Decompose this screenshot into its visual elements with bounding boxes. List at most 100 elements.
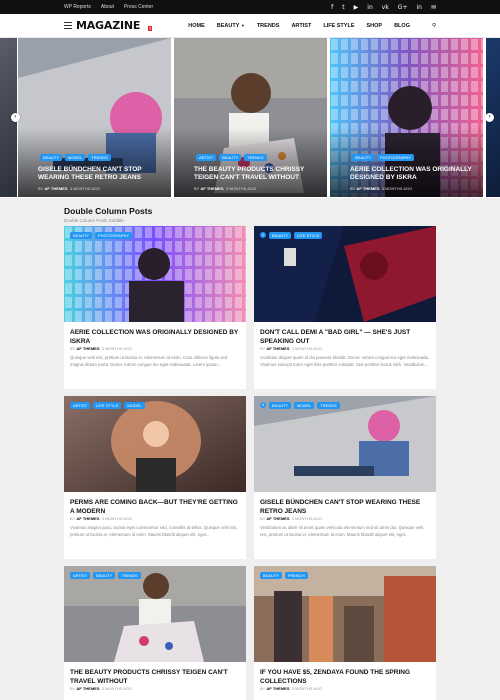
category-pill[interactable]: BEAUTY — [93, 572, 116, 579]
nav-item-trends[interactable]: TRENDS — [257, 23, 280, 29]
email-icon[interactable]: ✉ — [431, 4, 436, 11]
category-pill[interactable]: LIFE STYLE — [93, 402, 122, 409]
category-pill[interactable]: TRENDS — [244, 154, 267, 161]
nav-item-beauty[interactable]: BEAUTY ▼ — [217, 23, 245, 29]
by-label: BY — [70, 686, 76, 691]
category-pill[interactable]: PHOTOGRAPHY — [95, 232, 133, 239]
twitter-icon[interactable]: t — [342, 4, 344, 11]
category-pill[interactable]: ARTIST — [196, 154, 217, 161]
post-categories: BEAUTY PHOTOGRAPHY — [70, 232, 133, 239]
post-image[interactable] — [64, 396, 246, 492]
post-image[interactable] — [64, 226, 246, 322]
category-pill[interactable]: MODEL — [124, 402, 145, 409]
post-card[interactable]: BEAUTY FRENCH IF YOU HAVE $5, ZENDAYA FO… — [254, 566, 436, 700]
category-pill[interactable]: ARTIST — [70, 572, 91, 579]
category-pill[interactable]: PHOTOGRAPHY — [377, 154, 415, 161]
post-title[interactable]: GISELE BÜNDCHEN CAN'T STOP WEARING THESE… — [260, 498, 430, 516]
nav-item-artist[interactable]: ARTIST — [291, 23, 311, 29]
youtube-icon[interactable]: ▶ — [354, 4, 359, 11]
by-label: BY — [70, 516, 76, 521]
post-title[interactable]: THE BEAUTY PRODUCTS CHRISSY TEIGEN CAN'T… — [70, 668, 240, 686]
post-author[interactable]: AF THEMES — [266, 686, 289, 691]
slide-3-title[interactable]: AERIE COLLECTION WAS ORIGINALLY DESIGNED… — [350, 166, 473, 182]
category-pill[interactable]: TRENDS — [317, 402, 340, 409]
slide-2[interactable]: ARTIST BEAUTY TRENDS THE BEAUTY PRODUCTS… — [174, 38, 327, 197]
slide-1-author[interactable]: AF THEMES — [44, 186, 67, 191]
slider-next-arrow[interactable]: › — [485, 113, 494, 122]
category-pill[interactable]: MODEL — [65, 154, 86, 161]
slide-1-title[interactable]: GISELE BÜNDCHEN CAN'T STOP WEARING THESE… — [38, 166, 161, 182]
category-pill[interactable]: BEAUTY — [219, 154, 242, 161]
category-pill[interactable]: MODEL — [294, 402, 315, 409]
category-pill[interactable]: BEAUTY — [40, 154, 63, 161]
category-pill[interactable]: LIFE STYLE — [294, 232, 323, 239]
category-pill[interactable]: BEAUTY — [352, 154, 375, 161]
post-time: 3 MONTHS AGO — [291, 686, 323, 691]
post-author[interactable]: AF THEMES — [76, 686, 99, 691]
post-title[interactable]: IF YOU HAVE $5, ZENDAYA FOUND THE SPRING… — [260, 668, 430, 686]
category-pill[interactable]: TRENDS — [118, 572, 141, 579]
top-link-reports[interactable]: WP Reports — [64, 4, 91, 10]
post-title[interactable]: DON'T CALL DEMI A "BAD GIRL" — SHE'S JUS… — [260, 328, 430, 346]
logo-badge: 7 — [147, 26, 153, 31]
linkedin-icon[interactable]: in — [416, 4, 421, 11]
post-author[interactable]: AF THEMES — [266, 516, 289, 521]
slide-2-meta: BY AF THEMES 3 MONTHS AGO — [194, 186, 256, 191]
main-header: MAGAZINE 7 HOME BEAUTY ▼ TRENDS ARTIST L… — [0, 14, 500, 38]
by-label: BY — [260, 346, 266, 351]
post-card[interactable]: 3 BEAUTY MODEL TRENDS GISELE BÜNDCHEN CA… — [254, 396, 436, 559]
facebook-icon[interactable]: f — [331, 4, 333, 11]
post-card[interactable]: ARTIST BEAUTY TRENDS THE BEAUTY PRODUCTS… — [64, 566, 246, 700]
post-author[interactable]: AF THEMES — [76, 346, 99, 351]
post-image[interactable] — [254, 396, 436, 492]
category-pill[interactable]: BEAUTY — [269, 232, 292, 239]
slide-3[interactable]: BEAUTY PHOTOGRAPHY AERIE COLLECTION WAS … — [330, 38, 483, 197]
vk-icon[interactable]: vk — [382, 4, 389, 11]
post-categories: ARTIST BEAUTY TRENDS — [70, 572, 141, 579]
search-icon[interactable]: ⚲ — [432, 23, 436, 29]
category-pill[interactable]: FRENCH — [285, 572, 308, 579]
top-links: WP Reports About Press Center — [64, 4, 153, 10]
top-link-press[interactable]: Press Center — [124, 4, 153, 10]
post-time: 3 MONTHS AGO — [101, 346, 133, 351]
google-plus-icon[interactable]: G+ — [398, 4, 408, 11]
post-image[interactable] — [254, 566, 436, 662]
site-logo[interactable]: MAGAZINE 7 — [76, 19, 153, 32]
post-categories: BEAUTY FRENCH — [260, 572, 308, 579]
category-pill[interactable]: BEAUTY — [70, 232, 93, 239]
slide-1-categories: BEAUTY MODEL TRENDS — [40, 154, 111, 161]
post-author[interactable]: AF THEMES — [266, 346, 289, 351]
logo-text: MAGAZINE — [76, 19, 141, 32]
category-pill[interactable]: ARTIST — [70, 402, 91, 409]
slide-2-title[interactable]: THE BEAUTY PRODUCTS CHRISSY TEIGEN CAN'T… — [194, 166, 317, 182]
section-title: Double Column Posts — [64, 206, 153, 216]
category-pill[interactable]: BEAUTY — [260, 572, 283, 579]
post-title[interactable]: AERIE COLLECTION WAS ORIGINALLY DESIGNED… — [70, 328, 240, 346]
post-image[interactable] — [64, 566, 246, 662]
top-link-about[interactable]: About — [101, 4, 114, 10]
post-card[interactable]: ARTIST LIFE STYLE MODEL PERMS ARE COMING… — [64, 396, 246, 559]
nav-item-home[interactable]: HOME — [188, 23, 205, 29]
instagram-icon[interactable]: in — [367, 4, 372, 11]
nav-item-life-style[interactable]: LIFE STYLE — [323, 23, 354, 29]
category-pill[interactable]: BEAUTY — [269, 402, 292, 409]
post-number-badge: 3 — [260, 402, 266, 408]
post-meta: BY AF THEMES 3 MONTHS AGO — [260, 346, 322, 351]
post-author[interactable]: AF THEMES — [76, 516, 99, 521]
category-pill[interactable]: TRENDS — [88, 154, 111, 161]
menu-icon[interactable] — [64, 22, 72, 29]
slide-3-author[interactable]: AF THEMES — [356, 186, 379, 191]
slide-1[interactable]: BEAUTY MODEL TRENDS GISELE BÜNDCHEN CAN'… — [18, 38, 171, 197]
nav-item-shop[interactable]: SHOP — [366, 23, 382, 29]
slider-prev-arrow[interactable]: ‹ — [11, 113, 20, 122]
post-card[interactable]: 1 BEAUTY LIFE STYLE DON'T CALL DEMI A "B… — [254, 226, 436, 389]
nav-item-blog[interactable]: BLOG — [394, 23, 410, 29]
post-title[interactable]: PERMS ARE COMING BACK—BUT THEY'RE GETTIN… — [70, 498, 240, 516]
post-card[interactable]: BEAUTY PHOTOGRAPHY AERIE COLLECTION WAS … — [64, 226, 246, 389]
post-categories: 1 BEAUTY LIFE STYLE — [260, 232, 323, 239]
by-label: BY — [350, 186, 356, 191]
post-number-badge: 1 — [260, 232, 266, 238]
post-image[interactable] — [254, 226, 436, 322]
post-categories: ARTIST LIFE STYLE MODEL — [70, 402, 145, 409]
slide-2-author[interactable]: AF THEMES — [200, 186, 223, 191]
